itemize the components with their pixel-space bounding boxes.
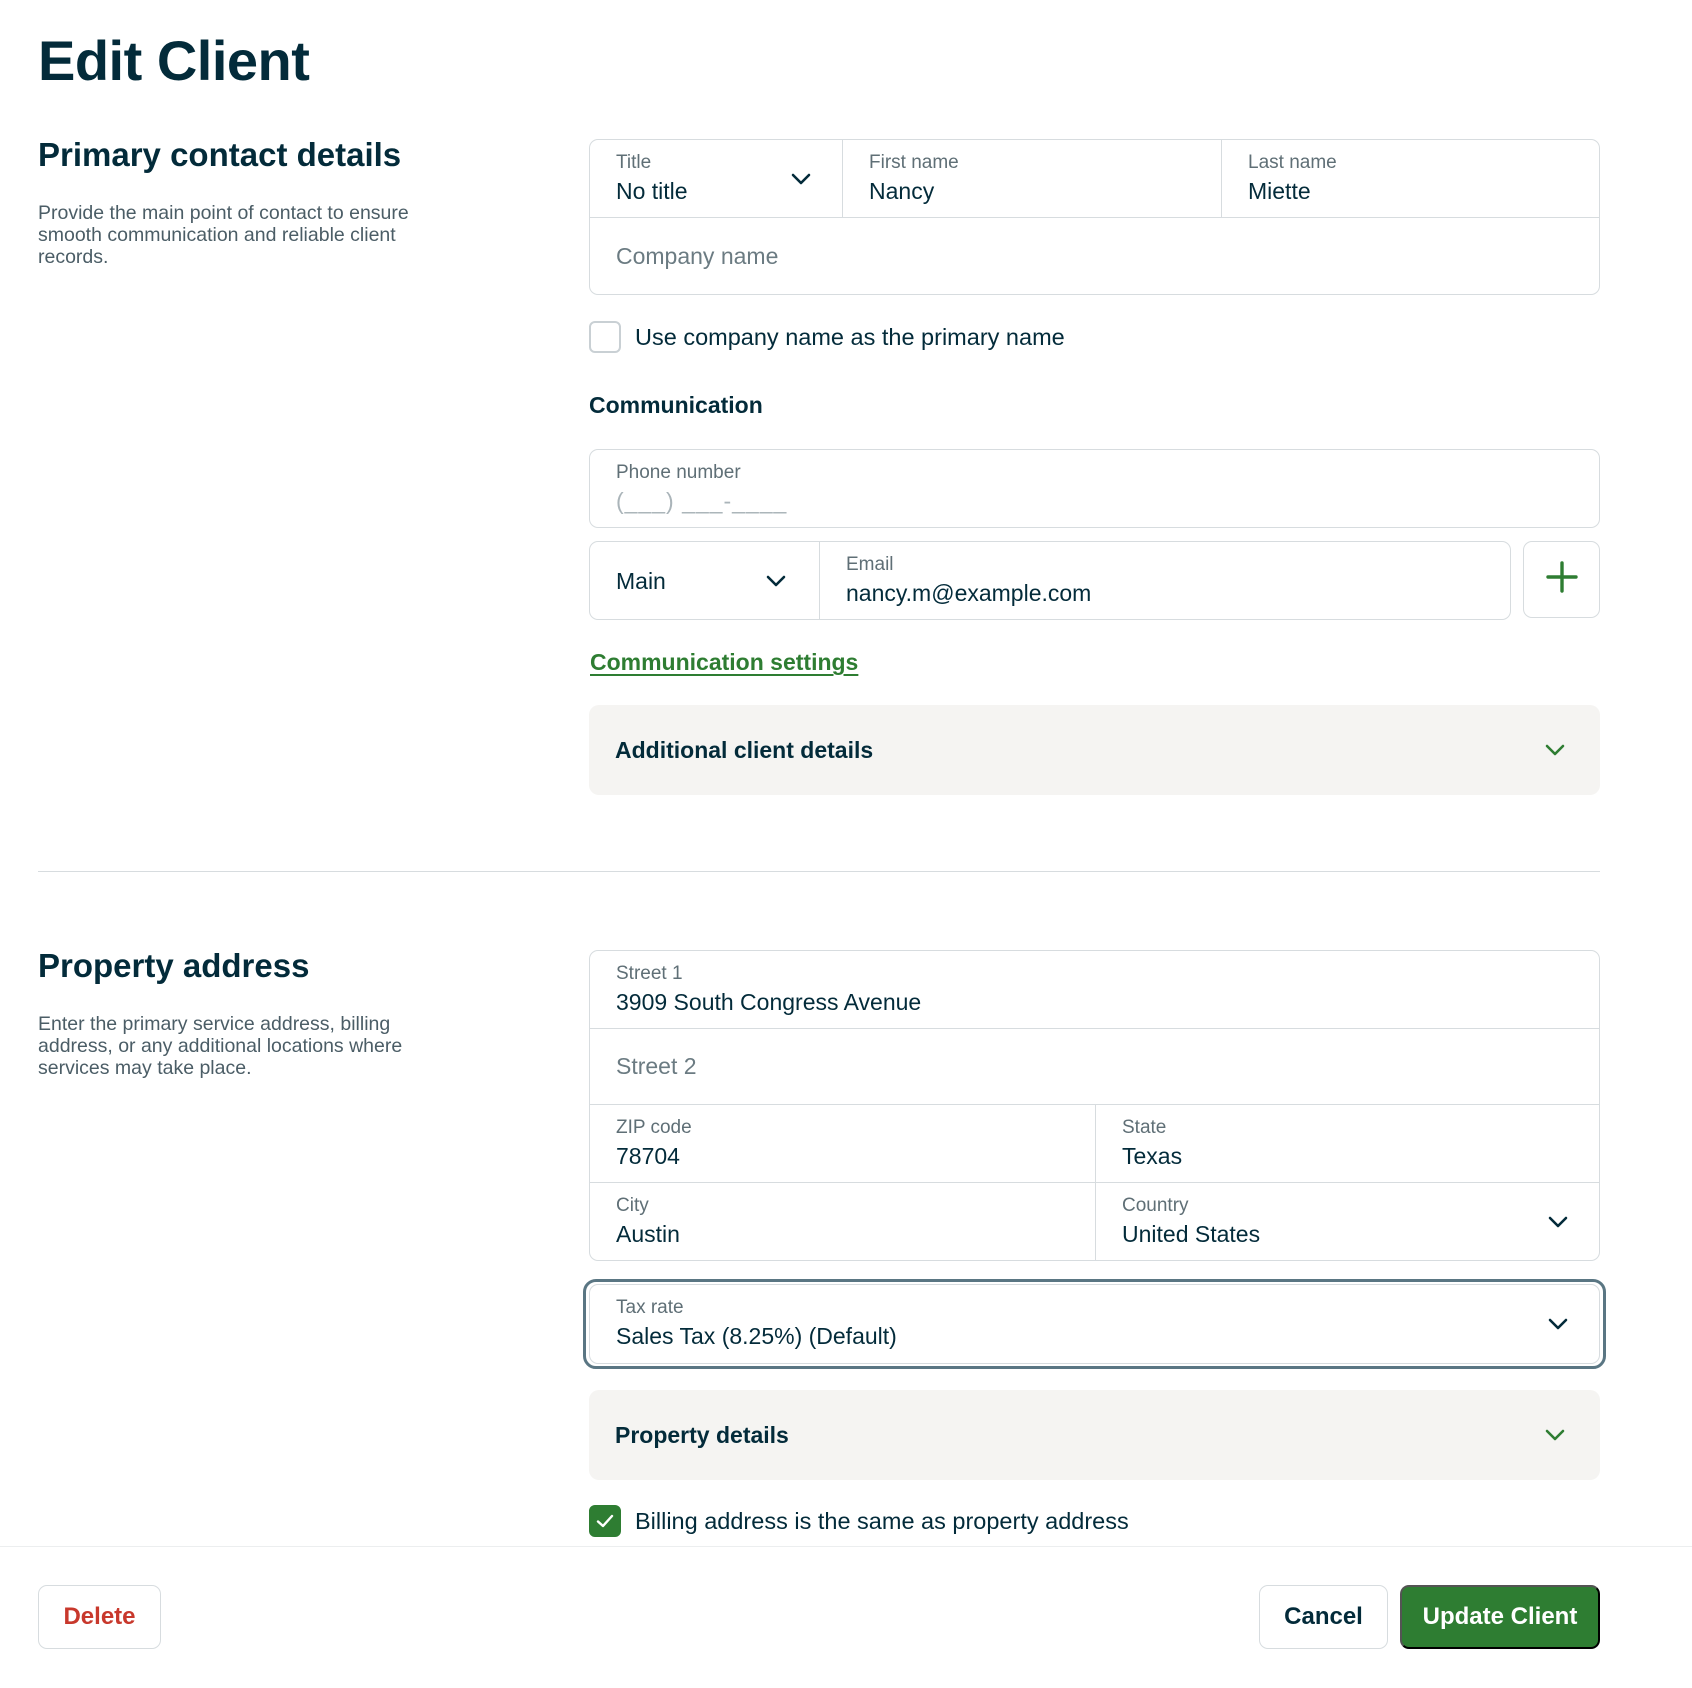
state-value: Texas [1122, 1142, 1183, 1169]
email-value: nancy.m@example.com [846, 579, 1092, 606]
state-field[interactable]: State Texas [1095, 1105, 1599, 1182]
street1-label: Street 1 [616, 962, 683, 984]
last-name-field[interactable]: Last name Miette [1221, 140, 1599, 217]
email-field[interactable]: Email nancy.m@example.com [819, 542, 1510, 619]
country-label: Country [1122, 1194, 1189, 1216]
company-name-placeholder: Company name [616, 242, 779, 269]
delete-button[interactable]: Delete [38, 1585, 161, 1649]
section-divider [38, 871, 1600, 872]
property-details-label: Property details [615, 1421, 789, 1448]
billing-same-option: Billing address is the same as property … [589, 1505, 1129, 1537]
country-value: United States [1122, 1220, 1261, 1247]
additional-client-details-accordion[interactable]: Additional client details [589, 705, 1600, 795]
checkmark-icon [596, 1514, 614, 1528]
communication-heading: Communication [589, 392, 763, 418]
city-value: Austin [616, 1220, 680, 1247]
use-company-name-checkbox[interactable] [589, 321, 621, 353]
last-name-label: Last name [1248, 151, 1337, 173]
street2-field[interactable]: Street 2 [590, 1029, 1599, 1104]
first-name-value: Nancy [869, 177, 935, 204]
communication-settings-link[interactable]: Communication settings [590, 649, 858, 676]
property-address-heading: Property address [38, 947, 310, 984]
use-company-name-option: Use company name as the primary name [589, 321, 1065, 353]
title-value: No title [616, 177, 688, 204]
chevron-down-icon [1547, 1313, 1569, 1335]
tax-rate-select[interactable]: Tax rate Sales Tax (8.25%) (Default) [589, 1284, 1600, 1364]
chevron-down-icon [1544, 1424, 1566, 1446]
title-label: Title [616, 151, 652, 173]
street1-value: 3909 South Congress Avenue [616, 988, 922, 1015]
update-client-button[interactable]: Update Client [1400, 1585, 1600, 1649]
additional-client-details-label: Additional client details [615, 736, 874, 763]
property-address-description: Enter the primary service address, billi… [38, 1013, 403, 1079]
phone-number-mask: (___) ___-____ [616, 487, 788, 514]
footer-action-bar: Delete Cancel Update Client [0, 1546, 1692, 1688]
chevron-down-icon [1544, 739, 1566, 761]
city-field[interactable]: City Austin [590, 1183, 1095, 1260]
page-title: Edit Client [38, 29, 310, 92]
street1-field[interactable]: Street 1 3909 South Congress Avenue [590, 951, 1599, 1028]
email-fields-group: Main Email nancy.m@example.com [589, 541, 1511, 620]
tax-rate-value: Sales Tax (8.25%) (Default) [616, 1323, 897, 1349]
billing-same-checkbox[interactable] [589, 1505, 621, 1537]
street2-placeholder: Street 2 [616, 1053, 697, 1079]
plus-icon [1545, 560, 1579, 599]
property-details-accordion[interactable]: Property details [589, 1390, 1600, 1480]
email-type-select[interactable]: Main [590, 542, 819, 619]
address-fields-group: Street 1 3909 South Congress Avenue Stre… [589, 950, 1600, 1261]
phone-number-field[interactable]: Phone number (___) ___-____ [589, 449, 1600, 528]
chevron-down-icon [790, 168, 812, 190]
add-email-button[interactable] [1523, 541, 1600, 618]
chevron-down-icon [765, 570, 787, 592]
state-label: State [1122, 1116, 1167, 1138]
company-name-field[interactable]: Company name [590, 218, 1599, 294]
zip-code-label: ZIP code [616, 1116, 692, 1138]
cancel-button[interactable]: Cancel [1259, 1585, 1388, 1649]
title-select[interactable]: Title No title [590, 140, 842, 217]
use-company-name-label: Use company name as the primary name [635, 323, 1065, 350]
first-name-field[interactable]: First name Nancy [842, 140, 1221, 217]
last-name-value: Miette [1248, 177, 1311, 204]
email-label: Email [846, 553, 894, 575]
name-fields-group: Title No title First name Nancy Last nam… [589, 139, 1600, 295]
country-select[interactable]: Country United States [1095, 1183, 1599, 1260]
tax-rate-label: Tax rate [616, 1297, 684, 1318]
chevron-down-icon [1547, 1211, 1569, 1233]
zip-code-field[interactable]: ZIP code 78704 [590, 1105, 1095, 1182]
first-name-label: First name [869, 151, 959, 173]
phone-number-label: Phone number [616, 461, 741, 483]
primary-contact-heading: Primary contact details [38, 136, 402, 173]
billing-same-label: Billing address is the same as property … [635, 1507, 1129, 1534]
zip-code-value: 78704 [616, 1142, 680, 1169]
city-label: City [616, 1194, 649, 1216]
primary-contact-description: Provide the main point of contact to ens… [38, 202, 409, 268]
